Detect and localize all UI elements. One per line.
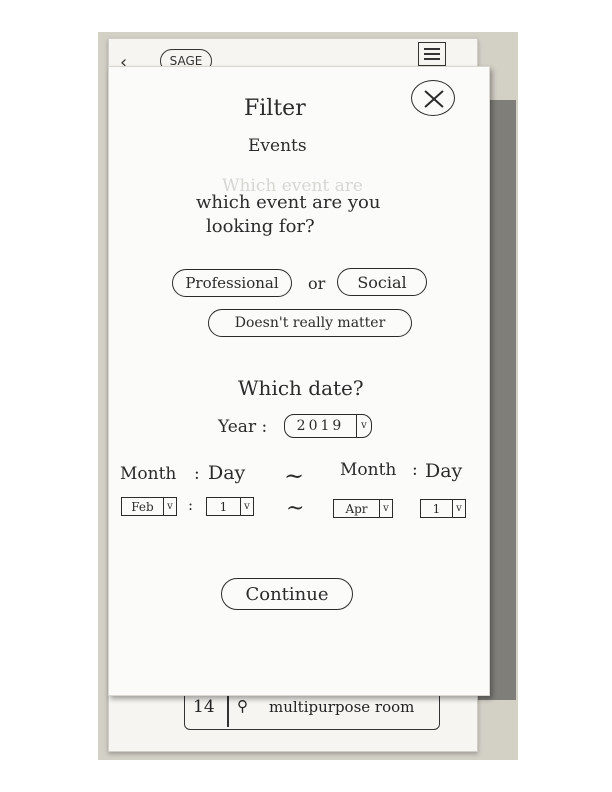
doesnt-matter-option-button[interactable]: Doesn't really matter	[208, 309, 412, 337]
event-row-room: multipurpose room	[269, 698, 415, 716]
filter-subtitle: Events	[248, 136, 307, 156]
chevron-down-icon: v	[240, 498, 253, 515]
end-month-value: Apr	[345, 501, 368, 516]
event-question-line1: which event are you	[196, 192, 381, 213]
chevron-down-icon: v	[163, 498, 176, 515]
start-day-select[interactable]: 1 v	[206, 497, 254, 516]
event-row-number: 14	[193, 697, 215, 717]
year-select[interactable]: 2019 v	[284, 414, 372, 438]
end-day-value: 1	[432, 501, 441, 516]
end-colon: :	[412, 460, 418, 480]
location-pin-icon: ⚲	[237, 697, 248, 715]
start-select-colon: :	[188, 496, 194, 514]
chevron-down-icon: v	[452, 500, 465, 517]
end-day-select[interactable]: 1 v	[420, 499, 466, 518]
end-day-label: Day	[425, 460, 463, 482]
start-month-label: Month	[120, 464, 177, 484]
end-month-select[interactable]: Apr v	[333, 499, 393, 518]
chevron-down-icon: v	[379, 500, 392, 517]
year-value: 2019	[296, 418, 345, 434]
range-tilde-select: ~	[286, 496, 305, 521]
end-month-label: Month	[340, 460, 397, 480]
start-colon: :	[194, 464, 200, 484]
chevron-down-icon: v	[356, 415, 371, 437]
date-heading: Which date?	[238, 376, 364, 400]
social-option-button[interactable]: Social	[337, 268, 427, 296]
or-label: or	[308, 274, 326, 293]
year-label: Year :	[218, 417, 268, 437]
start-month-value: Feb	[131, 499, 154, 514]
close-icon[interactable]	[411, 80, 455, 116]
professional-option-button[interactable]: Professional	[172, 269, 292, 297]
start-day-value: 1	[219, 499, 228, 514]
event-question-line2: looking for?	[206, 216, 315, 237]
range-tilde-label: ~	[284, 462, 305, 490]
row-divider	[227, 691, 229, 727]
menu-icon[interactable]	[418, 42, 446, 66]
start-day-label: Day	[208, 462, 246, 484]
filter-title: Filter	[244, 96, 306, 121]
start-month-select[interactable]: Feb v	[121, 497, 177, 516]
continue-button[interactable]: Continue	[221, 578, 353, 610]
